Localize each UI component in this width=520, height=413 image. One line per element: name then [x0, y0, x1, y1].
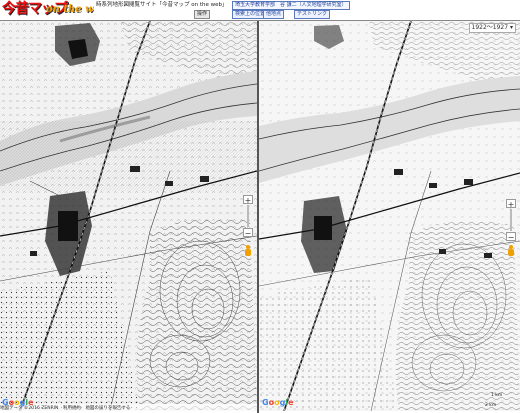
scale-label-2km: 2 km — [485, 403, 497, 408]
operation-button[interactable]: 操作 — [194, 10, 211, 19]
year-selector[interactable]: 1922～1927 ▾ — [468, 23, 516, 33]
google-letter: G — [262, 398, 269, 407]
left-zoom-control: + − — [243, 195, 253, 239]
left-map-pane[interactable]: + − — [0, 21, 257, 411]
pegman-body — [508, 249, 514, 256]
google-letter: e — [288, 398, 294, 407]
google-logo-right[interactable]: Google — [262, 398, 294, 408]
year-label: 1922～1927 — [471, 24, 509, 31]
zoom-slider[interactable] — [510, 209, 512, 231]
pegman-body — [245, 249, 251, 256]
header: 今昔マップ on the web 時系列地形図閲覧サイト「今昔マップ on th… — [0, 0, 520, 21]
logo-sub-text: on the web — [46, 4, 94, 15]
left-topographic-map[interactable] — [0, 21, 257, 411]
credit-link[interactable]: 埼玉大学教育学部 谷 謙二（人文地理学研究室） — [232, 1, 350, 10]
google-logo-left[interactable]: Google — [2, 398, 34, 408]
pegman-icon[interactable] — [508, 245, 514, 257]
zoom-slider[interactable] — [247, 205, 249, 227]
chevron-down-icon: ▾ — [509, 24, 513, 31]
zoom-out-button[interactable]: − — [243, 228, 253, 238]
right-map-pane[interactable]: 1922～1927 ▾ + − 2 km 1 km — [259, 21, 520, 411]
right-zoom-control: + − — [506, 199, 516, 243]
zoom-in-button[interactable]: + — [243, 195, 253, 205]
right-topographic-map[interactable] — [259, 21, 520, 411]
logo[interactable]: 今昔マップ on the web — [2, 0, 94, 20]
pegman-icon[interactable] — [245, 245, 251, 257]
tool-button-test-link[interactable]: テストリンク — [294, 10, 331, 19]
left-map-footer: 地図データ ©2016 ZENRIN 利用規約 地図の誤りを報告する — [0, 404, 257, 413]
scale-label-1km: 1 km — [491, 393, 503, 398]
tool-button-other[interactable]: 他地点 — [263, 10, 285, 19]
zoom-in-button[interactable]: + — [506, 199, 516, 209]
google-letter: G — [2, 398, 9, 407]
site-title: 時系列地形図閲覧サイト「今昔マップ on the web」 — [96, 2, 228, 8]
google-letter: e — [28, 398, 34, 407]
zoom-out-button[interactable]: − — [506, 232, 516, 242]
